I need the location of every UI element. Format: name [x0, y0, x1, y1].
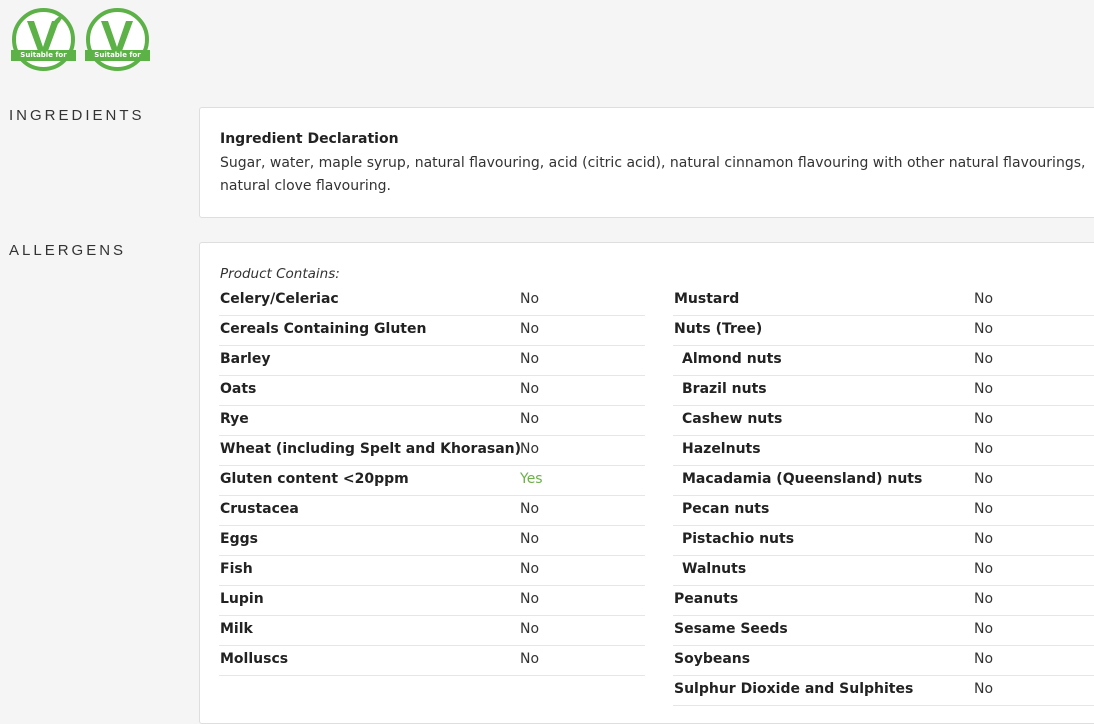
allergen-value: No — [974, 531, 994, 547]
allergen-name: Brazil nuts — [682, 381, 767, 397]
allergen-name: Barley — [220, 351, 271, 367]
allergen-subrow: Walnuts No — [673, 556, 1094, 586]
allergen-name: Wheat (including Spelt and Khorasan) — [220, 441, 522, 457]
allergens-card: Product Contains: Celery/Celeriac No Cere… — [199, 242, 1094, 724]
allergen-value: No — [520, 651, 540, 667]
allergen-value: No — [520, 321, 540, 337]
allergen-row: Molluscs No — [219, 646, 645, 676]
allergen-value: No — [520, 531, 540, 547]
allergen-value: No — [974, 681, 994, 697]
allergen-subrow: Cashew nuts No — [673, 406, 1094, 436]
allergen-subrow: Almond nuts No — [673, 346, 1094, 376]
allergen-row: Rye No — [219, 406, 645, 436]
allergen-subrow: Pecan nuts No — [673, 496, 1094, 526]
allergen-subrow: Brazil nuts No — [673, 376, 1094, 406]
allergen-name: Sulphur Dioxide and Sulphites — [674, 681, 914, 697]
allergen-row: Fish No — [219, 556, 645, 586]
allergen-name: Pecan nuts — [682, 501, 770, 517]
allergen-value: No — [520, 591, 540, 607]
allergen-name: Celery/Celeriac — [220, 291, 339, 307]
vegan-v-icon — [11, 8, 76, 71]
allergen-value: No — [974, 651, 994, 667]
allergen-row: Wheat (including Spelt and Khorasan) No — [219, 436, 645, 466]
allergen-value: No — [974, 441, 994, 457]
allergen-name: Cereals Containing Gluten — [220, 321, 427, 337]
allergen-value: No — [974, 291, 994, 307]
allergen-value: No — [974, 501, 994, 517]
allergen-value: No — [520, 561, 540, 577]
allergen-name: Oats — [220, 381, 257, 397]
allergen-name: Pistachio nuts — [682, 531, 795, 547]
allergens-left-column: Celery/Celeriac No Cereals Containing Glu… — [219, 286, 645, 676]
allergen-row: Milk No — [219, 616, 645, 646]
allergen-row: Lupin No — [219, 586, 645, 616]
vegetarian-v-icon — [85, 8, 150, 71]
badge-label: Suitable for — [20, 51, 67, 59]
allergens-section-label: ALLERGENS — [9, 242, 127, 259]
allergen-value: No — [974, 411, 994, 427]
allergen-name: Mustard — [674, 291, 740, 307]
allergen-name: Eggs — [220, 531, 258, 547]
allergen-value: No — [520, 411, 540, 427]
allergen-name: Milk — [220, 621, 253, 637]
allergen-name: Macadamia (Queensland) nuts — [682, 471, 923, 487]
allergen-row: Sulphur Dioxide and Sulphites No — [673, 676, 1094, 706]
allergen-row: Peanuts No — [673, 586, 1094, 616]
allergen-subrow: Hazelnuts No — [673, 436, 1094, 466]
allergens-right-column: Mustard No Nuts (Tree) No Almond nuts No Br… — [673, 286, 1094, 706]
ingredients-section-label: INGREDIENTS — [9, 107, 145, 124]
allergen-value: No — [974, 471, 994, 487]
allergen-row: Eggs No — [219, 526, 645, 556]
allergen-row: Soybeans No — [673, 646, 1094, 676]
allergen-row: Mustard No — [673, 286, 1094, 316]
allergen-value: No — [520, 501, 540, 517]
allergen-row: Barley No — [219, 346, 645, 376]
allergen-value: No — [974, 561, 994, 577]
allergen-value: Yes — [520, 471, 543, 487]
allergen-name: Lupin — [220, 591, 264, 607]
allergen-value: No — [974, 621, 994, 637]
allergen-row: Oats No — [219, 376, 645, 406]
allergen-value: No — [520, 351, 540, 367]
allergen-value: No — [974, 351, 994, 367]
allergen-name: Peanuts — [674, 591, 739, 607]
allergen-name: Crustacea — [220, 501, 299, 517]
allergen-name: Gluten content <20ppm — [220, 471, 409, 487]
ingredients-card: Ingredient Declaration Sugar, water, map… — [199, 107, 1094, 218]
allergen-row: Celery/Celeriac No — [219, 286, 645, 316]
allergen-value: No — [520, 291, 540, 307]
allergen-subrow: Macadamia (Queensland) nuts No — [673, 466, 1094, 496]
allergen-value: No — [520, 381, 540, 397]
badge-label: Suitable for — [94, 51, 141, 59]
allergen-name: Soybeans — [674, 651, 751, 667]
allergen-row: Crustacea No — [219, 496, 645, 526]
vegan-badge: Suitable for — [11, 7, 76, 72]
allergen-name: Cashew nuts — [682, 411, 783, 427]
allergen-value: No — [974, 321, 994, 337]
ingredient-declaration-text: Sugar, water, maple syrup, natural flavo… — [220, 155, 1086, 194]
allergen-value: No — [974, 381, 994, 397]
allergen-row: Nuts (Tree) No — [673, 316, 1094, 346]
vegetarian-badge: Suitable for — [85, 7, 150, 72]
allergen-row: Gluten content <20ppm Yes — [219, 466, 645, 496]
allergen-name: Almond nuts — [682, 351, 782, 367]
dietary-badges: Suitable for Suitable for — [11, 7, 150, 72]
allergen-subrow: Pistachio nuts No — [673, 526, 1094, 556]
allergen-row: Sesame Seeds No — [673, 616, 1094, 646]
allergen-name: Molluscs — [220, 651, 289, 667]
allergen-name: Sesame Seeds — [674, 621, 788, 637]
allergen-value: No — [974, 591, 994, 607]
product-contains-label: Product Contains: — [220, 266, 340, 282]
allergen-name: Rye — [220, 411, 249, 427]
allergen-row: Cereals Containing Gluten No — [219, 316, 645, 346]
allergen-value: No — [520, 441, 540, 457]
allergen-name: Walnuts — [682, 561, 747, 577]
allergen-value: No — [520, 621, 540, 637]
allergen-name: Fish — [220, 561, 253, 577]
ingredient-declaration-title: Ingredient Declaration — [220, 131, 399, 147]
allergen-name: Nuts (Tree) — [674, 321, 763, 337]
allergen-name: Hazelnuts — [682, 441, 761, 457]
